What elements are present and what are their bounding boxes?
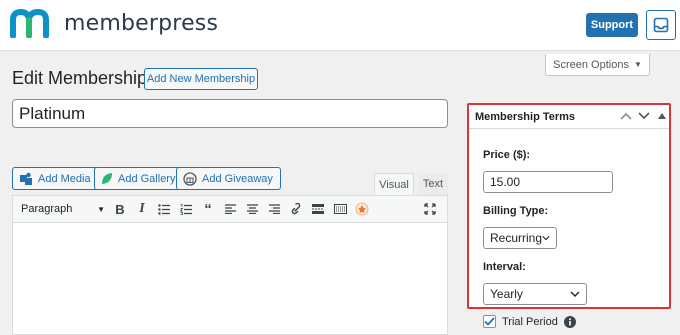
interval-value: Yearly	[490, 287, 523, 301]
toolbar-toggle-icon[interactable]	[329, 199, 351, 219]
content-editor[interactable]: Paragraph ▼ B I “	[12, 195, 448, 335]
inbox-button[interactable]	[646, 10, 676, 40]
caret-down-icon: ▼	[97, 204, 105, 214]
collapse-toggle-icon[interactable]	[655, 109, 669, 123]
numbered-list-icon[interactable]	[175, 199, 197, 219]
inbox-icon	[653, 17, 669, 33]
membership-terms-panel: Membership Terms Price ($): 15.00 Billin…	[467, 103, 671, 309]
format-select[interactable]: Paragraph ▼	[21, 199, 109, 219]
screen-options-label: Screen Options	[553, 58, 629, 71]
format-select-value: Paragraph	[21, 203, 73, 215]
memberpress-m-logo-icon	[10, 8, 49, 38]
fullscreen-icon[interactable]	[419, 199, 441, 219]
blockquote-icon[interactable]: “	[197, 199, 219, 219]
add-gallery-button[interactable]: Add Gallery	[94, 167, 184, 190]
billing-type-select[interactable]: Recurring	[483, 227, 557, 249]
trial-period-label: Trial Period	[502, 315, 558, 328]
membership-terms-title: Membership Terms	[475, 110, 576, 123]
add-gallery-label: Add Gallery	[118, 172, 176, 185]
leaf-icon	[102, 173, 112, 184]
tab-text[interactable]: Text	[418, 173, 448, 195]
billing-type-value: Recurring	[490, 231, 543, 245]
price-input[interactable]: 15.00	[483, 171, 613, 193]
memberpress-logo[interactable]: memberpress	[10, 8, 218, 38]
editor-toolbar: Paragraph ▼ B I “	[13, 196, 447, 223]
caret-down-icon: ▼	[633, 60, 642, 69]
checkmark-icon	[484, 317, 495, 326]
giveaway-icon	[183, 171, 197, 186]
info-icon[interactable]	[563, 315, 576, 328]
add-giveaway-label: Add Giveaway	[202, 172, 273, 185]
align-left-icon[interactable]	[219, 199, 241, 219]
align-center-icon[interactable]	[241, 199, 263, 219]
membership-title-input[interactable]: Platinum	[12, 99, 448, 128]
add-media-label: Add Media	[38, 172, 91, 185]
screen-options-toggle[interactable]: Screen Options ▼	[545, 54, 650, 76]
membership-terms-header[interactable]: Membership Terms	[469, 105, 669, 129]
add-giveaway-button[interactable]: Add Giveaway	[176, 167, 281, 190]
bold-icon[interactable]: B	[109, 199, 131, 219]
add-media-button[interactable]: Add Media	[12, 167, 99, 190]
align-right-icon[interactable]	[263, 199, 285, 219]
chevron-down-icon[interactable]	[637, 109, 651, 123]
brand-name: memberpress	[64, 10, 219, 36]
add-new-membership-button[interactable]: Add New Membership	[144, 68, 258, 90]
trial-period-checkbox[interactable]	[483, 315, 496, 328]
page-title: Edit Membership	[12, 68, 148, 88]
link-icon[interactable]	[285, 199, 307, 219]
interval-label: Interval:	[483, 261, 526, 273]
billing-type-label: Billing Type:	[483, 205, 549, 217]
support-button[interactable]: Support	[586, 13, 638, 37]
media-icon	[20, 172, 32, 185]
plugin-shortcode-icon[interactable]	[351, 199, 373, 219]
interval-select[interactable]: Yearly	[483, 283, 587, 305]
chevron-down-icon	[542, 236, 550, 241]
chevron-down-icon	[570, 291, 580, 297]
chevron-up-icon[interactable]	[619, 109, 633, 123]
tab-visual[interactable]: Visual	[374, 173, 414, 195]
trial-period-row: Trial Period	[483, 315, 576, 328]
bulleted-list-icon[interactable]	[153, 199, 175, 219]
italic-icon[interactable]: I	[131, 199, 153, 219]
top-bar: memberpress Support	[0, 0, 680, 51]
read-more-icon[interactable]	[307, 199, 329, 219]
price-label: Price ($):	[483, 149, 531, 161]
